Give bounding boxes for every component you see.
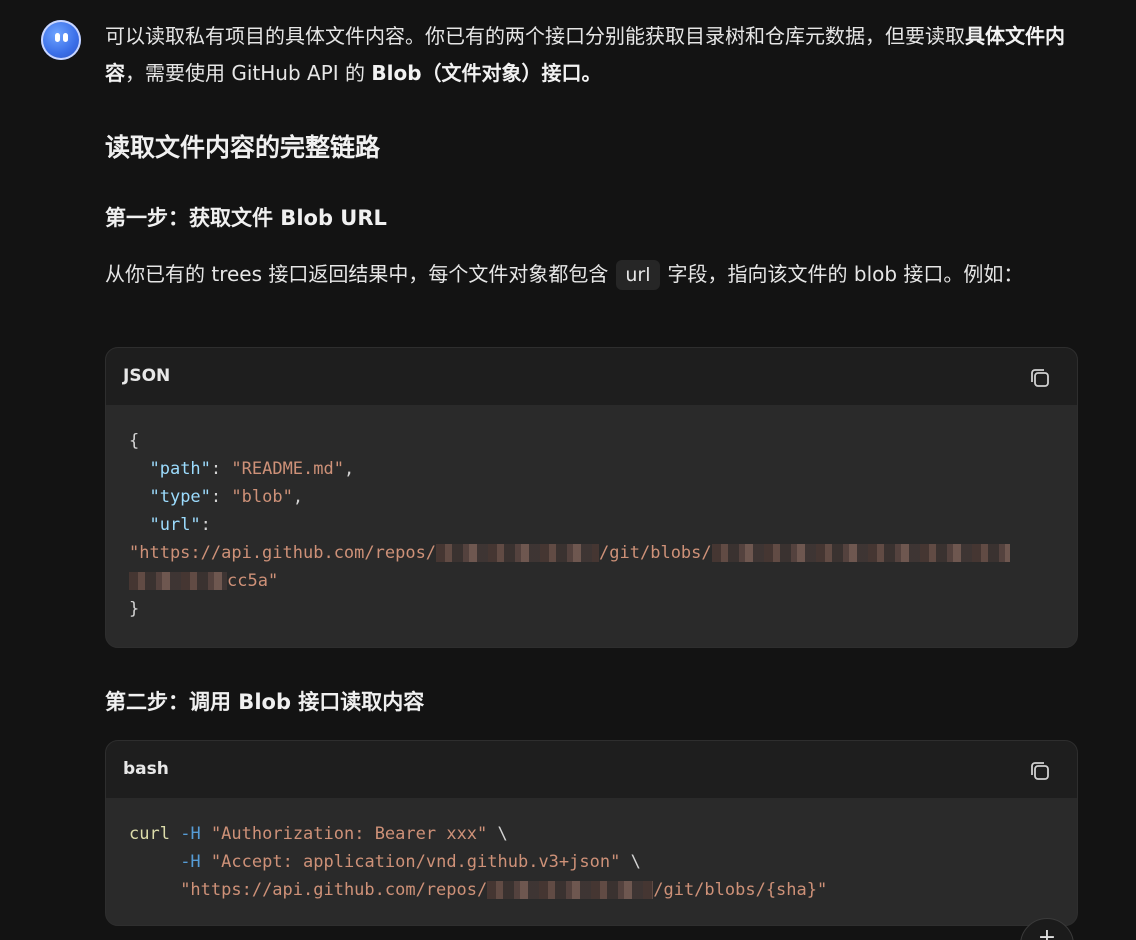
code-token: "Accept: application/vnd.github.v3+json" [210, 852, 621, 872]
code-token: "Authorization: Bearer xxx" [210, 824, 488, 844]
step1-text: 从你已有的 trees 接口返回结果中，每个文件对象都包含 [105, 262, 609, 286]
step1-paragraph: 从你已有的 trees 接口返回结果中，每个文件对象都包含 url 字段，指向该文件… [105, 256, 1065, 293]
code-token: } [129, 599, 140, 619]
plus-icon: + [1037, 925, 1057, 940]
code-content[interactable]: curl -H "Authorization: Bearer xxx" \ -H… [106, 798, 1077, 904]
redacted-text [711, 544, 1010, 562]
step1-title: 第一步：获取文件 Blob URL [105, 206, 387, 230]
avatar-eye [63, 33, 68, 42]
code-token: { [129, 431, 140, 451]
redacted-text [436, 544, 600, 562]
code-token: "path" [149, 459, 211, 479]
code-token: curl [129, 824, 170, 844]
code-token: "type" [149, 487, 211, 507]
inline-code-url: url [616, 260, 660, 290]
code-token: "https://api.github.com/repos/ [180, 880, 488, 900]
intro-paragraph: 可以读取私有项目的具体文件内容。你已有的两个接口分别能获取目录树和仓库元数据，但… [105, 18, 1080, 92]
intro-text: 可以读取私有项目的具体文件内容。你已有的两个接口分别能获取目录树和仓库元数据，但… [105, 24, 965, 48]
code-token: -H [180, 852, 201, 872]
code-token: cc5a" [227, 571, 279, 591]
intro-text-2: ，需要使用 GitHub API 的 [125, 61, 372, 85]
avatar-eye [55, 33, 60, 42]
chat-page: 可以读取私有项目的具体文件内容。你已有的两个接口分别能获取目录树和仓库元数据，但… [0, 0, 1136, 940]
copy-icon[interactable] [1029, 367, 1051, 389]
code-token: /git/blobs/ [599, 543, 712, 563]
code-token: "blob" [231, 487, 293, 507]
copy-icon[interactable] [1029, 760, 1051, 782]
code-block-json: JSON { "path": "README.md", "type": "blo… [105, 347, 1078, 648]
code-token: "README.md" [231, 459, 344, 479]
section-title: 读取文件内容的完整链路 [105, 133, 381, 162]
code-token: "url" [149, 515, 201, 535]
intro-bold-text-2: Blob（文件对象）接口。 [371, 61, 602, 85]
redacted-text [487, 881, 654, 899]
step2-title: 第二步：调用 Blob 接口读取内容 [105, 690, 425, 714]
code-block-header: JSON [106, 348, 1077, 405]
code-language-label: bash [123, 759, 169, 779]
code-block-header: bash [106, 741, 1077, 798]
code-block-bash: bash curl -H "Authorization: Bearer xxx"… [105, 740, 1078, 926]
assistant-avatar-icon [41, 20, 81, 60]
step1-text-2: 字段，指向该文件的 blob 接口。例如： [667, 262, 1024, 286]
redacted-text [129, 572, 227, 590]
code-token: /git/blobs/{sha}" [653, 880, 828, 900]
code-token: -H [180, 824, 201, 844]
code-language-label: JSON [123, 366, 171, 386]
code-content[interactable]: { "path": "README.md", "type": "blob", "… [106, 405, 1077, 623]
code-token: "https://api.github.com/repos/ [129, 543, 437, 563]
